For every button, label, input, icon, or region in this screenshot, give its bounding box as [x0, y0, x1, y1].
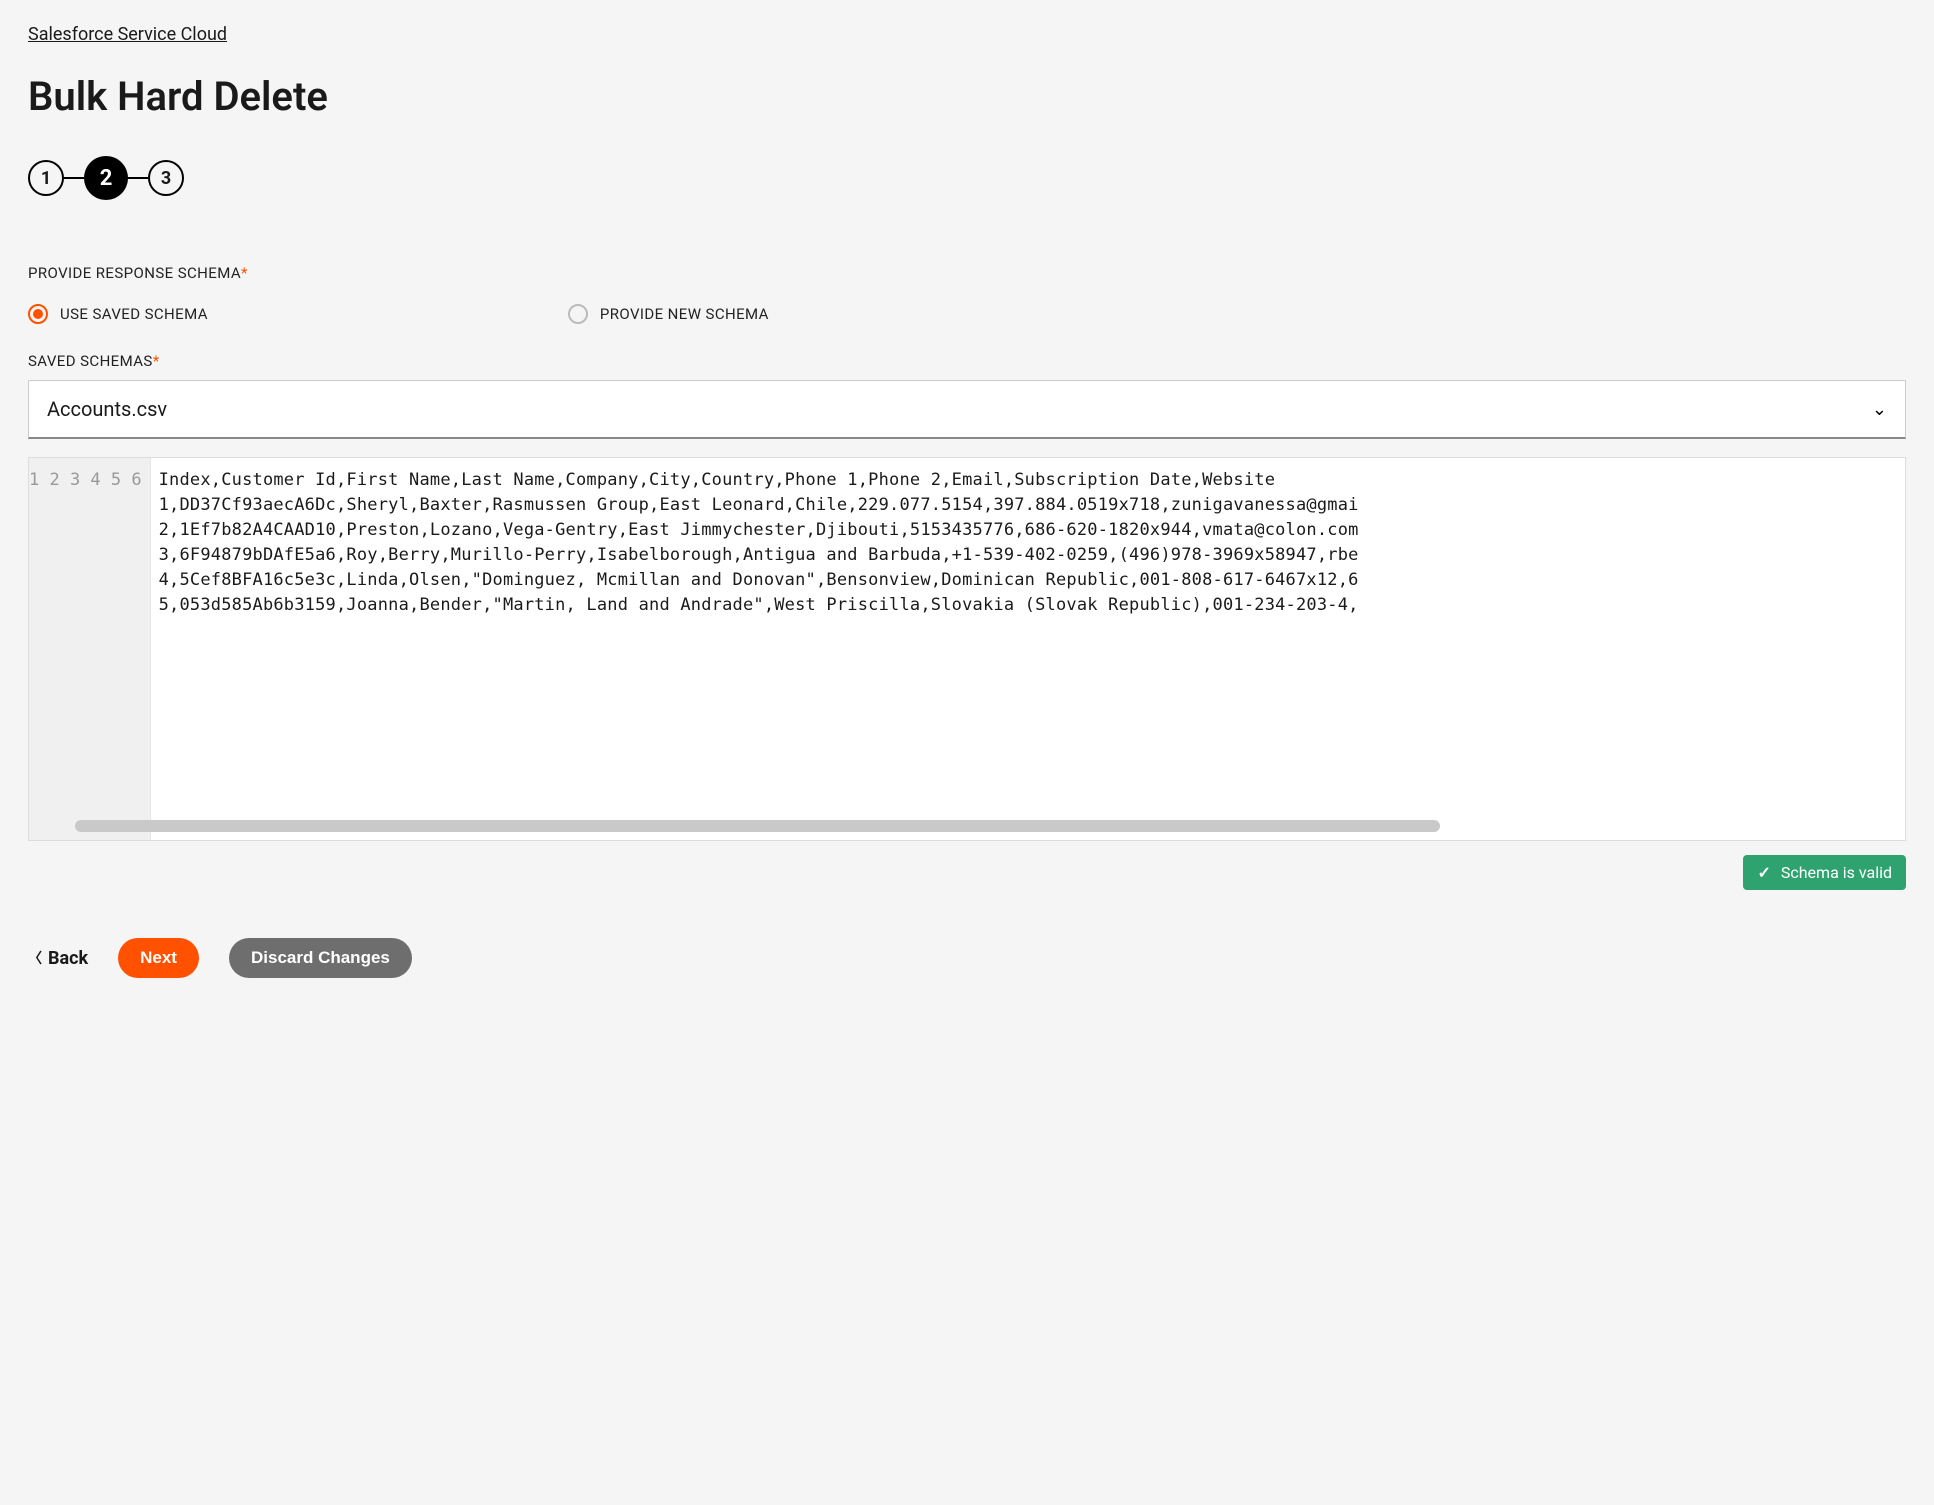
schema-radio-group: USE SAVED SCHEMA PROVIDE NEW SCHEMA — [28, 304, 1906, 324]
horizontal-scrollbar[interactable] — [75, 820, 1895, 832]
radio-label: USE SAVED SCHEMA — [60, 305, 208, 323]
page-title: Bulk Hard Delete — [28, 73, 1906, 120]
radio-use-saved-schema[interactable]: USE SAVED SCHEMA — [28, 304, 208, 324]
step-2[interactable]: 2 — [84, 156, 128, 200]
chevron-left-icon: 〈 — [28, 948, 42, 968]
editor-content[interactable]: Index,Customer Id,First Name,Last Name,C… — [151, 458, 1905, 840]
action-bar: 〈 Back Next Discard Changes — [28, 938, 1906, 978]
saved-schemas-select[interactable]: Accounts.csv ⌄ — [28, 380, 1906, 439]
check-icon: ✓ — [1757, 863, 1770, 882]
back-button[interactable]: 〈 Back — [28, 948, 88, 969]
chevron-down-icon: ⌄ — [1872, 399, 1887, 420]
radio-dot-icon — [33, 309, 43, 319]
next-button[interactable]: Next — [118, 938, 199, 978]
editor-gutter: 1 2 3 4 5 6 — [29, 458, 151, 840]
select-value: Accounts.csv — [47, 397, 167, 421]
step-connector — [64, 177, 84, 179]
radio-indicator — [568, 304, 588, 324]
discard-changes-button[interactable]: Discard Changes — [229, 938, 412, 978]
scrollbar-thumb[interactable] — [75, 820, 1440, 832]
saved-schemas-label: SAVED SCHEMAS* — [28, 352, 1906, 370]
step-1[interactable]: 1 — [28, 160, 64, 196]
status-text: Schema is valid — [1781, 863, 1892, 882]
status-badge: ✓ Schema is valid — [1743, 855, 1906, 890]
radio-indicator — [28, 304, 48, 324]
step-connector — [128, 177, 148, 179]
breadcrumb-link[interactable]: Salesforce Service Cloud — [28, 24, 227, 45]
stepper: 1 2 3 — [28, 156, 1906, 200]
schema-section-label: PROVIDE RESPONSE SCHEMA* — [28, 264, 1906, 282]
radio-provide-new-schema[interactable]: PROVIDE NEW SCHEMA — [568, 304, 769, 324]
schema-editor[interactable]: 1 2 3 4 5 6 Index,Customer Id,First Name… — [28, 457, 1906, 841]
step-3[interactable]: 3 — [148, 160, 184, 196]
radio-label: PROVIDE NEW SCHEMA — [600, 305, 769, 323]
